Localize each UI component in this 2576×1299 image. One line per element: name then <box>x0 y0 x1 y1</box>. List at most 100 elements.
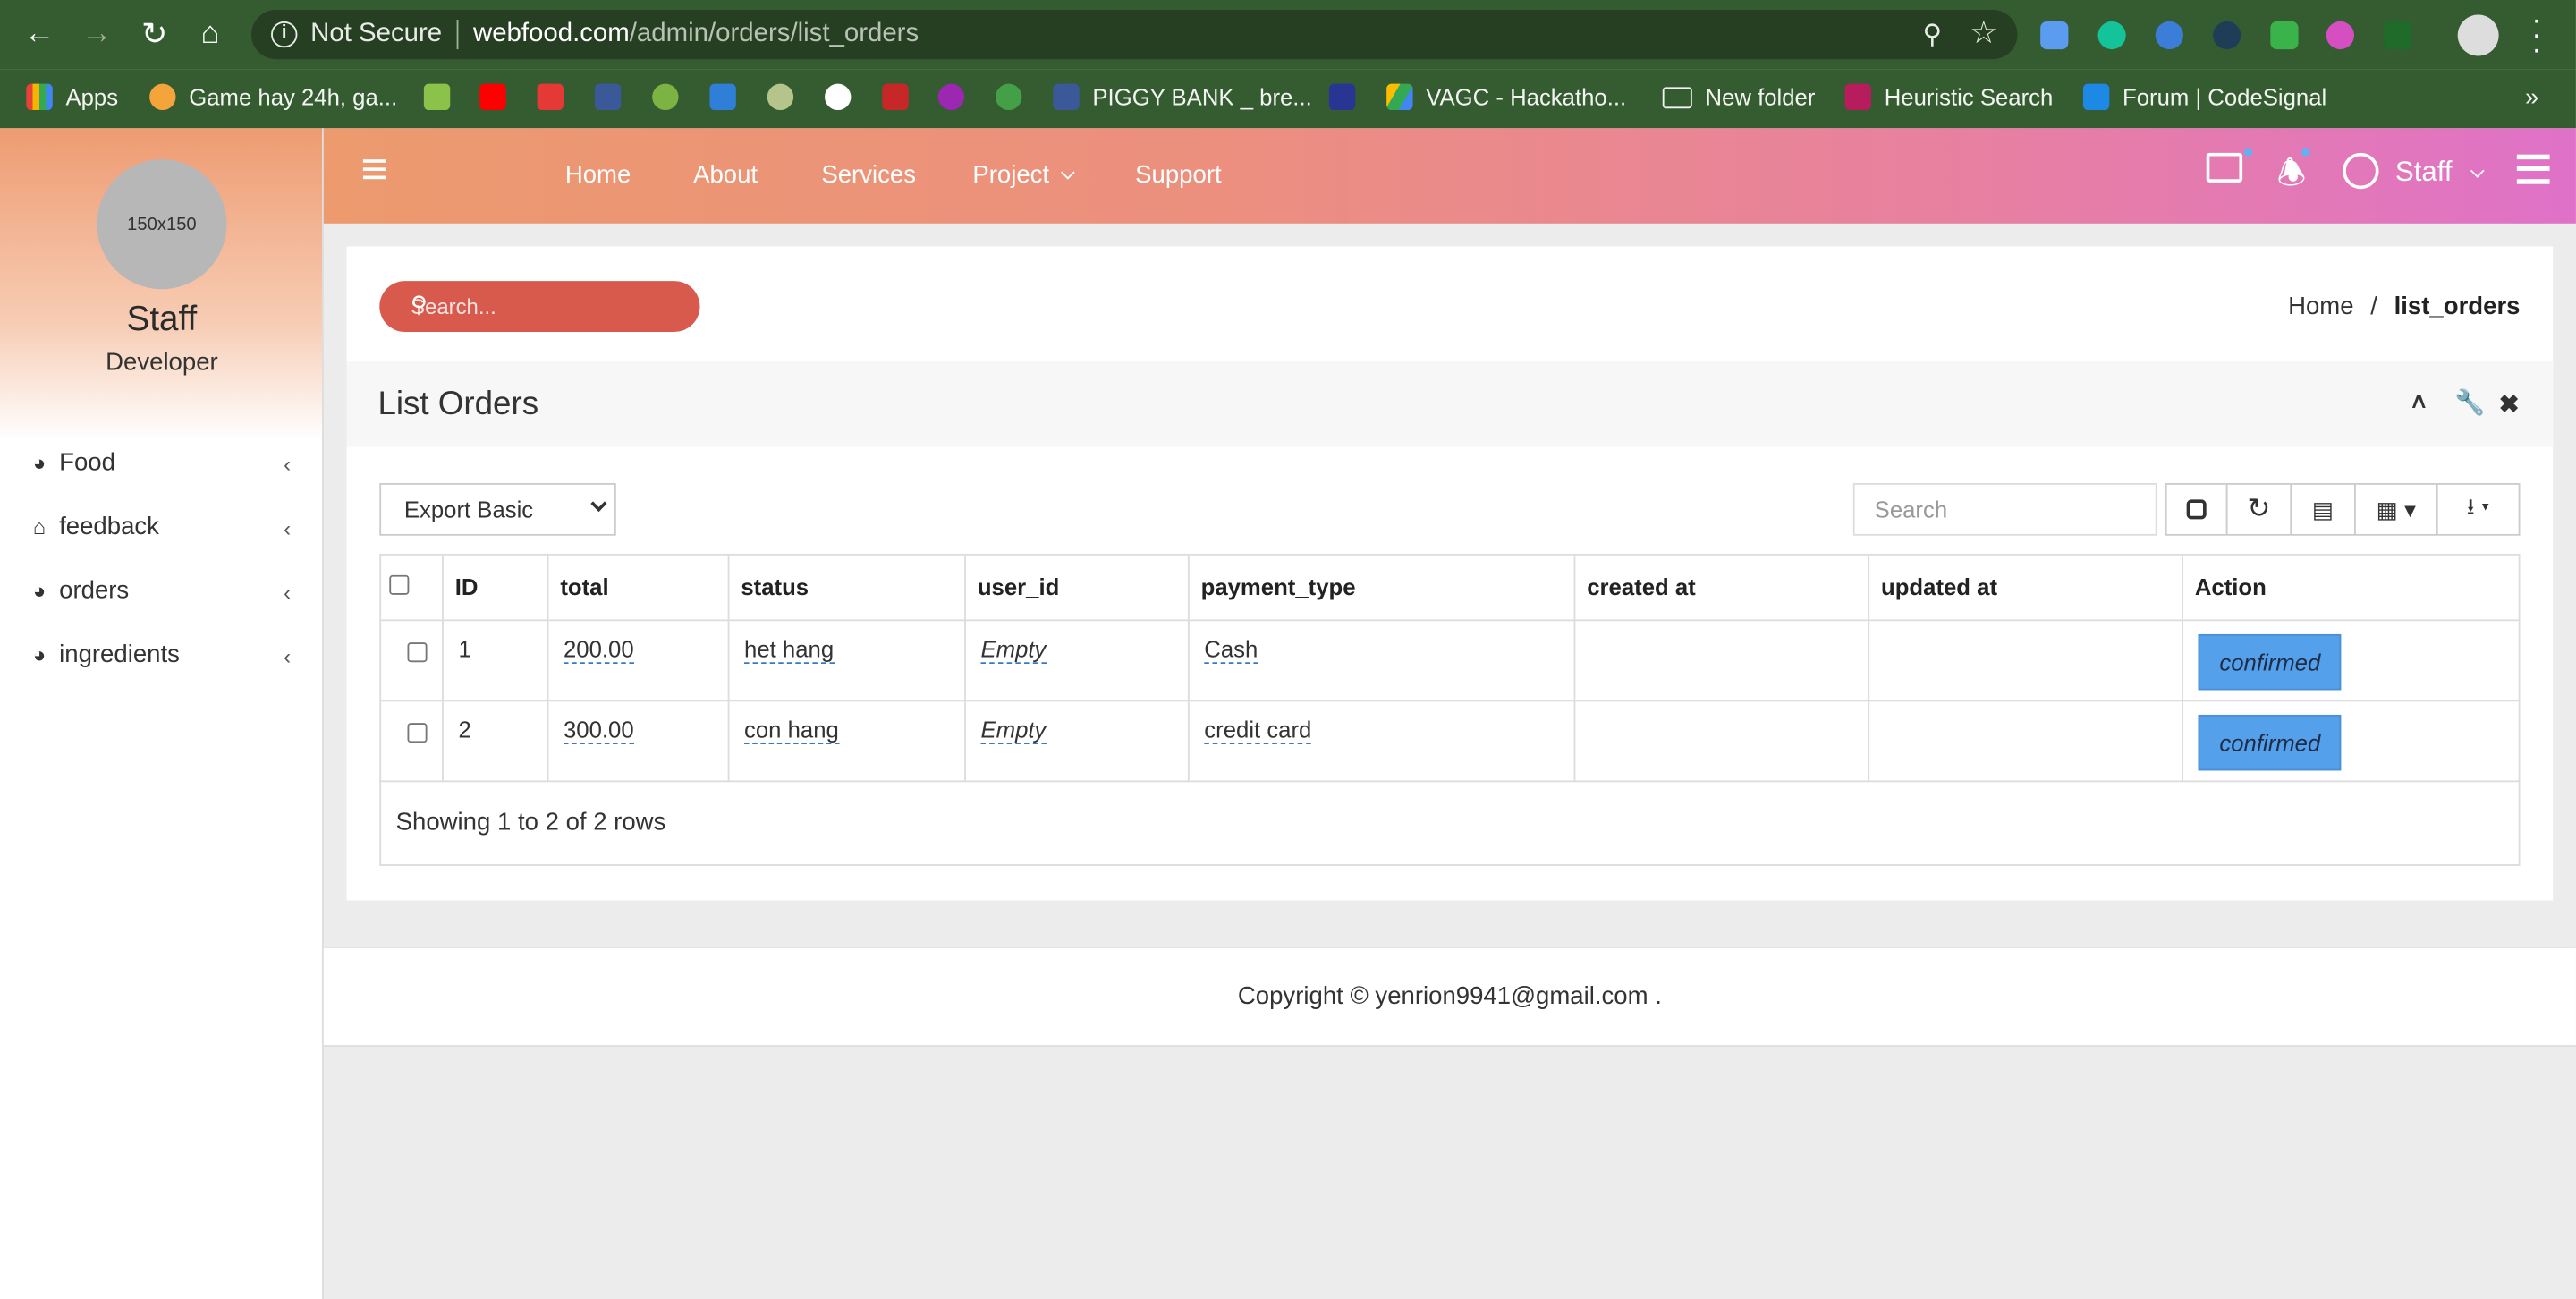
toggle-view-button[interactable]: ▤ <box>2290 482 2356 536</box>
sidebar-item-ingredients[interactable]: ◕ ingredients ‹ <box>33 641 296 680</box>
bookmark-youtube[interactable] <box>479 83 519 111</box>
extension-key-icon[interactable] <box>2155 21 2183 50</box>
bookmark-game[interactable]: Game hay 24h, ga... <box>149 83 397 111</box>
sidebar-item-label: Food <box>59 448 115 477</box>
browser-menu-icon[interactable]: · · · <box>2527 5 2546 64</box>
nav-services[interactable]: Services <box>821 161 916 189</box>
bookmark-t[interactable] <box>537 83 577 111</box>
created-at-cell <box>1573 619 1870 702</box>
orders-table: ID total status user_id payment_type cre… <box>379 553 2521 783</box>
extension-drop-icon[interactable] <box>2040 21 2069 50</box>
nav-about[interactable]: About <box>693 161 758 189</box>
column-header[interactable]: user_id <box>964 553 1190 622</box>
columns-button[interactable]: ▦ ▾ <box>2353 482 2438 536</box>
bookmark-piggy[interactable]: PIGGY BANK _ bre... <box>1053 83 1312 111</box>
confirmed-button[interactable]: confirmed <box>2198 714 2343 771</box>
reload-icon[interactable]: ↻ <box>130 0 179 69</box>
bookmark-trello[interactable] <box>709 83 749 111</box>
empty-value: Empty <box>980 716 1046 743</box>
user-circle-icon[interactable] <box>2343 152 2379 190</box>
nav-home[interactable]: Home <box>565 161 631 189</box>
url-text[interactable]: webfood.com/admin/orders/list_orders <box>473 20 919 49</box>
color-picker-icon[interactable] <box>2326 21 2354 50</box>
pagination-info: Showing 1 to 2 of 2 rows <box>379 777 2521 866</box>
hamburger-menu-icon[interactable] <box>362 159 386 180</box>
breadcrumb-separator: / <box>2370 292 2377 321</box>
nav-support[interactable]: Support <box>1135 161 1222 189</box>
bookmark-facebook[interactable] <box>594 83 634 111</box>
chat-icon[interactable] <box>2206 152 2243 183</box>
toggle-pagination-button[interactable] <box>2165 482 2228 536</box>
home-icon[interactable]: ⌂ <box>186 0 235 69</box>
info-icon[interactable]: i <box>271 21 298 48</box>
select-all-checkbox[interactable] <box>389 574 410 595</box>
editable-user-id[interactable]: Empty <box>980 716 1046 745</box>
column-header[interactable]: total <box>547 553 730 622</box>
bookmark-icon-3[interactable] <box>767 83 807 111</box>
server-menu-icon[interactable] <box>2516 154 2550 184</box>
extension-x-icon[interactable] <box>2384 21 2412 50</box>
bookmark-apps[interactable]: Apps <box>26 83 118 111</box>
close-icon[interactable]: ✖ <box>2499 389 2520 419</box>
bookmark-icon-6[interactable] <box>1328 83 1368 111</box>
zoom-icon[interactable]: ⚲ <box>1922 18 1942 51</box>
bookmark-14[interactable] <box>882 83 921 111</box>
home-icon: ⌂ <box>32 514 47 539</box>
bookmark-globe[interactable] <box>825 83 864 111</box>
url-host: webfood.com <box>472 20 630 48</box>
search-icon[interactable]: ⚲ <box>411 291 680 318</box>
column-header[interactable]: status <box>727 553 966 622</box>
security-label: Not Secure <box>310 20 443 48</box>
bookmark-folder[interactable]: New folder <box>1662 84 1815 110</box>
table-search-input[interactable]: Search <box>1852 482 2157 536</box>
breadcrumb-home[interactable]: Home <box>2288 293 2353 320</box>
bookmark-icon-1[interactable] <box>423 83 463 111</box>
bookmark-icon-5[interactable] <box>996 83 1035 111</box>
editable-status[interactable]: het hang <box>744 636 835 665</box>
dark-mode-icon[interactable] <box>2213 21 2241 50</box>
column-header[interactable]: created at <box>1573 553 1870 622</box>
refresh-button[interactable]: ↻ <box>2225 482 2292 536</box>
editable-status[interactable]: con hang <box>744 716 839 745</box>
editable-user-id[interactable]: Empty <box>980 636 1046 665</box>
bookmark-heuristic[interactable]: Heuristic Search <box>1844 83 2053 111</box>
column-header[interactable]: payment_type <box>1187 553 1576 622</box>
search-input[interactable]: Search... ⚲ <box>379 281 700 333</box>
sidebar-item-food[interactable]: ◕ Food ‹ <box>33 448 296 488</box>
nav-project[interactable]: Project <box>972 161 1075 189</box>
youtube-icon <box>479 83 506 111</box>
shield-icon[interactable] <box>2270 21 2299 50</box>
editable-payment-type[interactable]: Cash <box>1204 636 1258 665</box>
bookmark-codesignal[interactable]: Forum | CodeSignal <box>2082 83 2326 111</box>
game-favicon-icon <box>149 83 176 111</box>
profile-avatar-icon[interactable] <box>2457 14 2499 56</box>
green-favicon-icon <box>652 83 679 111</box>
bookmarks-overflow-icon[interactable]: » <box>2525 84 2538 112</box>
user-menu[interactable]: Staff <box>2395 156 2484 189</box>
editable-payment-type[interactable]: credit card <box>1204 716 1312 745</box>
grammarly-icon[interactable] <box>2097 21 2126 50</box>
back-icon[interactable]: ← <box>15 0 64 69</box>
editable-total[interactable]: 200.00 <box>563 636 634 665</box>
column-header[interactable]: updated at <box>1868 553 2183 622</box>
bookmark-star-icon[interactable]: ☆ <box>1970 15 1997 53</box>
address-bar[interactable]: i Not Secure webfood.com/admin/orders/li… <box>251 10 2018 60</box>
editable-total[interactable]: 300.00 <box>563 716 634 745</box>
breadcrumb-current: list_orders <box>2394 292 2521 321</box>
forward-icon[interactable]: → <box>72 0 122 69</box>
sidebar-item-feedback[interactable]: ⌂ feedback ‹ <box>33 513 296 552</box>
sidebar-item-orders[interactable]: ◕ orders ‹ <box>33 577 296 616</box>
bookmark-vagc[interactable]: VAGC - Hackatho... <box>1386 83 1626 111</box>
confirmed-button[interactable]: confirmed <box>2198 633 2343 691</box>
export-select[interactable]: Export Basic <box>379 482 616 536</box>
column-header[interactable]: ID <box>442 553 549 622</box>
bookmark-label: PIGGY BANK _ bre... <box>1092 83 1312 111</box>
wrench-icon[interactable]: 🔧 <box>2454 387 2485 417</box>
bell-icon[interactable]: 🕭 <box>2277 149 2307 205</box>
export-button[interactable]: ⭳ ▾ <box>2436 482 2521 536</box>
bookmark-icon-4[interactable] <box>937 83 978 111</box>
bookmark-icon-2[interactable] <box>652 83 691 111</box>
row-checkbox[interactable] <box>407 642 428 663</box>
row-checkbox[interactable] <box>407 723 428 743</box>
collapse-icon[interactable]: ˄ <box>2411 389 2426 417</box>
